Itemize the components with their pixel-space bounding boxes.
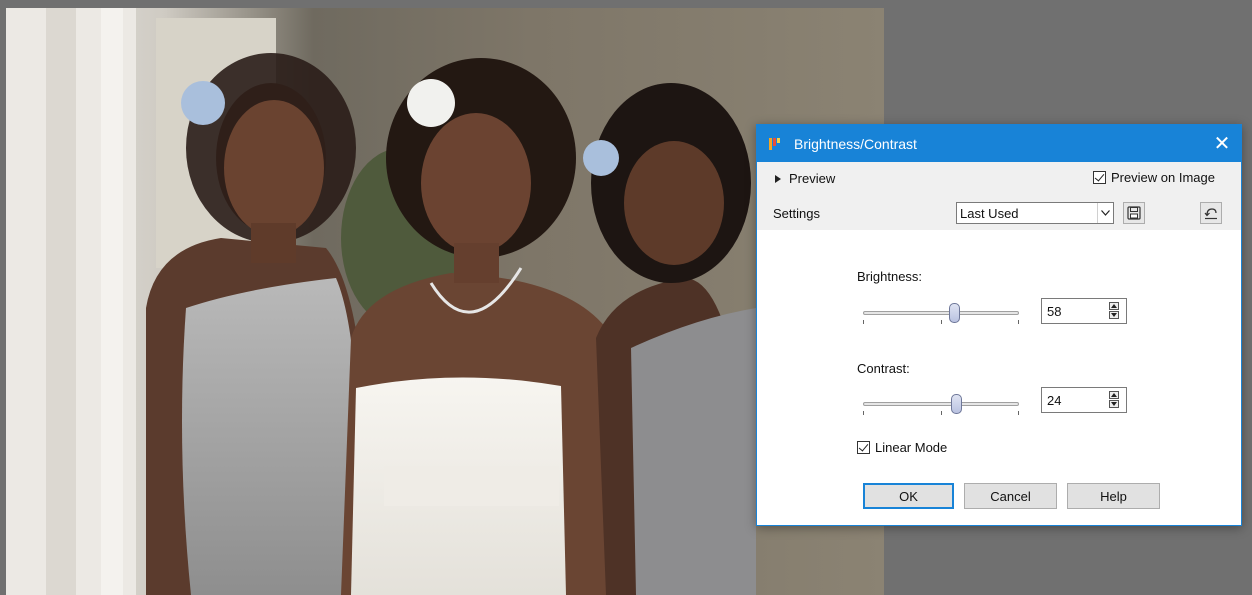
spin-down-icon[interactable] (1109, 311, 1119, 319)
dialog-titlebar[interactable]: Brightness/Contrast ✕ (757, 125, 1241, 162)
settings-label: Settings (773, 206, 820, 221)
linear-mode-label: Linear Mode (875, 440, 948, 455)
slider-tick (863, 411, 864, 415)
reset-defaults-button[interactable] (1200, 202, 1222, 224)
slider-tick (863, 320, 864, 324)
preview-on-image-label: Preview on Image (1110, 170, 1215, 185)
spin-up-icon[interactable] (1109, 302, 1119, 310)
linear-mode-checkbox[interactable]: Linear Mode (857, 440, 947, 455)
spin-buttons[interactable] (1109, 302, 1119, 320)
cancel-button[interactable]: Cancel (964, 483, 1057, 509)
floppy-disk-icon (1127, 206, 1141, 220)
slider-tick (1018, 320, 1019, 324)
dialog-controls: Brightness: 58 Contrast: 24 Linear Mode … (757, 230, 1241, 525)
ok-button[interactable]: OK (863, 483, 954, 509)
settings-dropdown[interactable]: Last Used (956, 202, 1114, 224)
paintshop-icon (769, 137, 780, 150)
slider-tick (941, 320, 942, 324)
preview-on-image-checkbox[interactable]: Preview on Image (1092, 170, 1215, 185)
contrast-spinbox[interactable]: 24 (1041, 387, 1127, 413)
contrast-value: 24 (1047, 393, 1062, 408)
help-button[interactable]: Help (1067, 483, 1160, 509)
brightness-value: 58 (1047, 304, 1062, 319)
photo-image (6, 8, 884, 595)
brightness-slider[interactable] (863, 303, 1019, 325)
spin-up-icon[interactable] (1109, 391, 1119, 399)
contrast-label: Contrast: (857, 361, 910, 376)
preview-label: Preview (789, 171, 836, 186)
reset-icon (1204, 208, 1217, 220)
slider-tick (941, 411, 942, 415)
slider-track (863, 402, 1019, 406)
contrast-slider-thumb[interactable] (951, 394, 962, 414)
contrast-slider[interactable] (863, 394, 1019, 416)
settings-value: Last Used (960, 205, 1019, 221)
brightness-label: Brightness: (857, 269, 923, 284)
save-preset-button[interactable] (1123, 202, 1145, 224)
preview-expander[interactable]: Preview (775, 171, 835, 186)
image-canvas[interactable] (6, 8, 884, 595)
chevron-down-icon (1097, 203, 1113, 223)
expand-arrow-icon (775, 174, 781, 183)
spin-buttons[interactable] (1109, 391, 1119, 409)
slider-track (863, 311, 1019, 315)
dialog-title: Brightness/Contrast (794, 135, 917, 152)
close-button[interactable]: ✕ (1203, 125, 1241, 162)
spin-down-icon[interactable] (1109, 400, 1119, 408)
close-icon: ✕ (1213, 133, 1231, 155)
slider-tick (1018, 411, 1019, 415)
dialog-header-area: Preview Preview on Image Settings Last U… (757, 162, 1241, 230)
brightness-slider-thumb[interactable] (949, 303, 960, 323)
checkbox-checked-icon (1092, 171, 1106, 184)
brightness-contrast-dialog: Brightness/Contrast ✕ Preview Preview on… (756, 124, 1242, 526)
checkbox-checked-icon (857, 441, 870, 454)
brightness-spinbox[interactable]: 58 (1041, 298, 1127, 324)
